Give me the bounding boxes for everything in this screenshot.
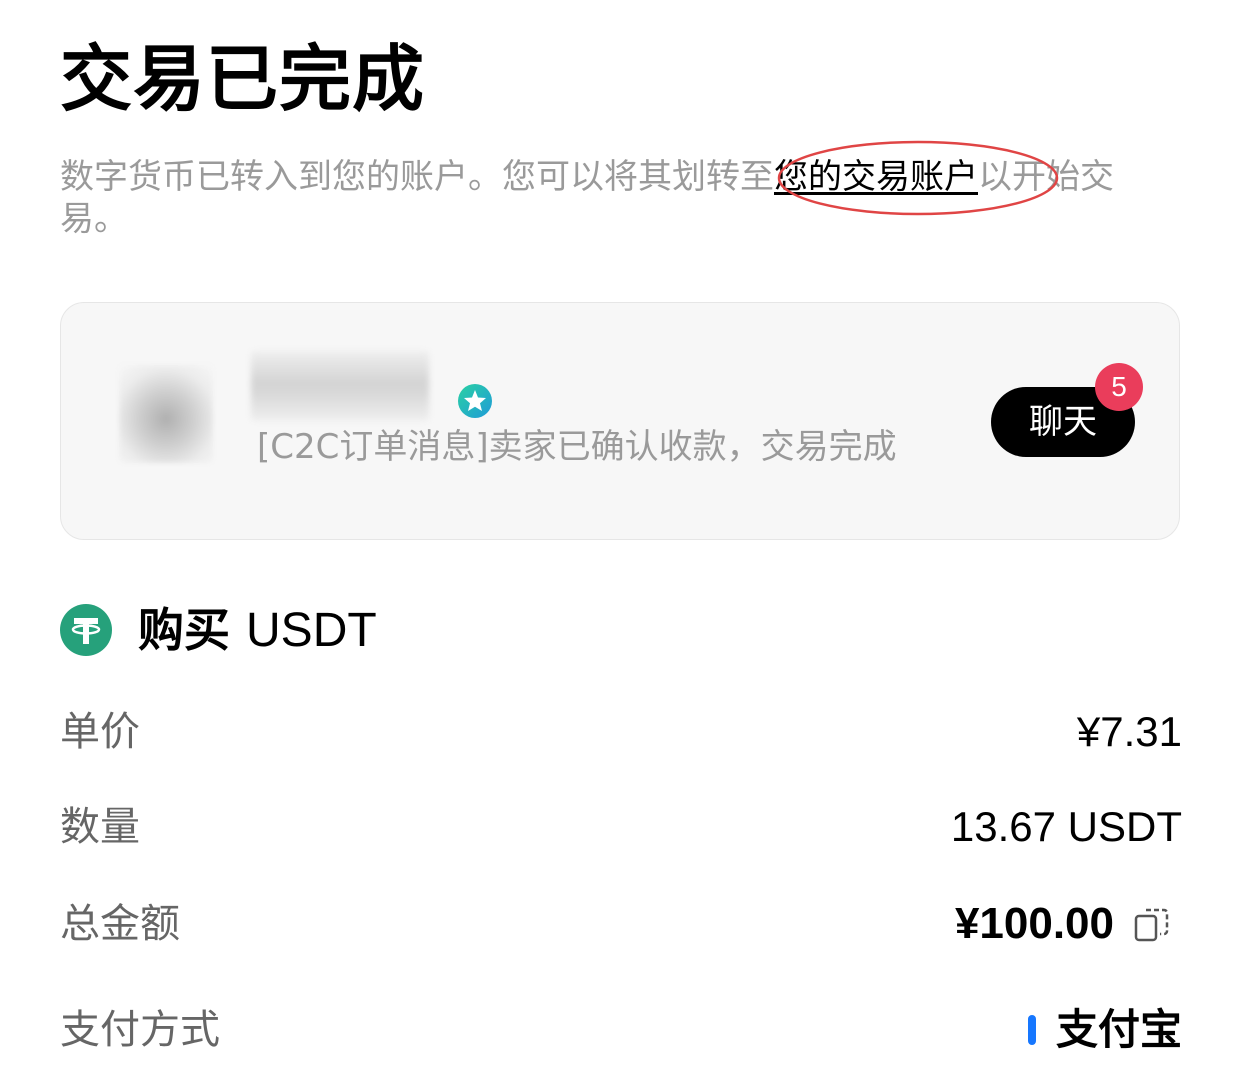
unit-price-value: ¥7.31	[1076, 708, 1182, 755]
quantity-label: 数量	[60, 804, 140, 850]
order-asset: USDT	[246, 603, 377, 657]
alipay-marker-icon	[1027, 1015, 1036, 1045]
unit-price-label: 单价	[60, 709, 140, 755]
copy-icon[interactable]	[1132, 904, 1172, 944]
seller-name-blurred	[251, 351, 429, 421]
page-title: 交易已完成	[60, 37, 426, 121]
trading-account-link[interactable]: 您的交易账户	[774, 157, 978, 197]
total-amount-value: ¥100.00	[954, 899, 1114, 948]
order-title: 购买 USDT	[138, 602, 377, 659]
transfer-notice: 数字货币已转入到您的账户。您可以将其划转至您的交易账户以开始交易。	[60, 156, 1170, 240]
total-amount-label: 总金额	[60, 901, 180, 947]
chat-last-message: [C2C订单消息]卖家已确认收款，交易完成	[257, 427, 897, 467]
payment-method-label: 支付方式	[60, 1007, 220, 1053]
order-action: 购买	[138, 602, 230, 657]
order-header: 购买 USDT	[60, 600, 377, 660]
payment-method: 支付宝	[1027, 1000, 1182, 1060]
verified-star-icon	[458, 384, 492, 418]
quantity-row: 数量 13.67 USDT	[60, 797, 1182, 857]
quantity-value: 13.67 USDT	[950, 803, 1182, 850]
payment-method-row: 支付方式 支付宝	[60, 1000, 1182, 1060]
payment-method-value: 支付宝	[1055, 1005, 1182, 1054]
usdt-coin-icon	[60, 604, 112, 656]
unread-count-badge: 5	[1095, 363, 1143, 411]
seller-avatar	[119, 365, 213, 463]
notice-text-before: 数字货币已转入到您的账户。您可以将其划转至	[60, 157, 774, 197]
chat-card[interactable]: [C2C订单消息]卖家已确认收款，交易完成 聊天 5	[60, 302, 1180, 540]
total-amount-row: 总金额 ¥100.00	[60, 894, 1182, 954]
unit-price-row: 单价 ¥7.31	[60, 702, 1182, 762]
